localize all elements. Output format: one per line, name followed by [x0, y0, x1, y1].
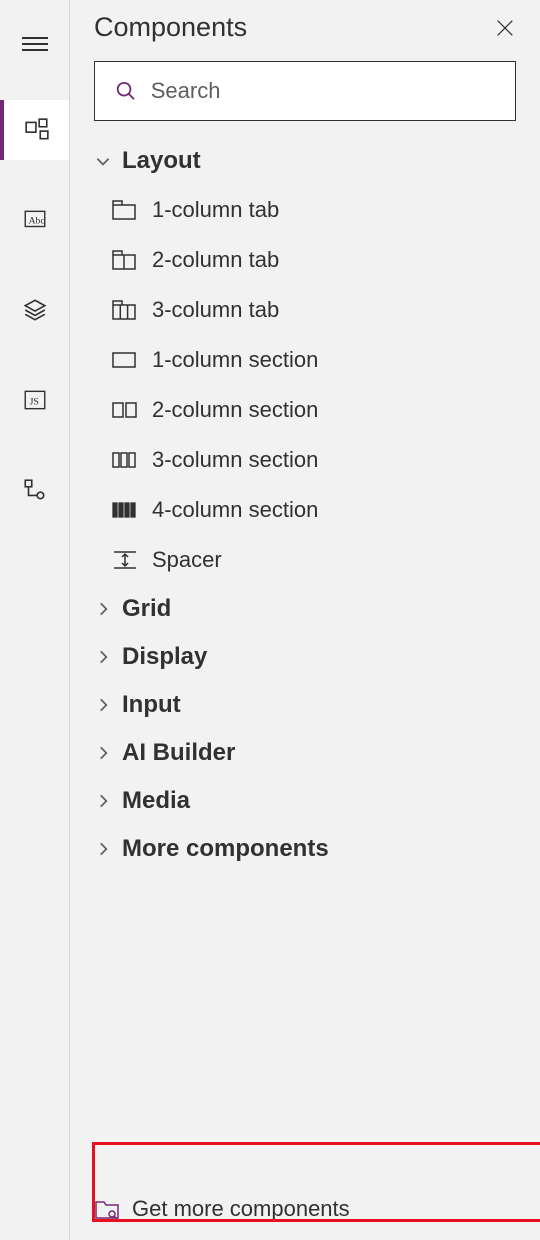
category-label: Media	[122, 787, 190, 815]
spacer-icon	[112, 549, 138, 571]
category-label: More components	[122, 835, 329, 863]
category-more-components[interactable]: More components	[86, 825, 524, 873]
item-label: 2-column section	[152, 397, 318, 423]
item-2-column-tab[interactable]: 2-column tab	[104, 235, 524, 285]
item-2-column-section[interactable]: 2-column section	[104, 385, 524, 435]
nav-js[interactable]: JS	[0, 370, 69, 430]
components-panel: Components Layout 1-column tab	[70, 0, 540, 1240]
chevron-right-icon	[94, 696, 112, 714]
category-label: Input	[122, 691, 181, 719]
category-layout[interactable]: Layout	[86, 137, 524, 185]
chevron-right-icon	[94, 600, 112, 618]
tab-3col-icon	[112, 299, 138, 321]
item-label: 2-column tab	[152, 247, 279, 273]
tab-1col-icon	[112, 199, 138, 221]
footer-label: Get more components	[132, 1196, 350, 1222]
item-3-column-tab[interactable]: 3-column tab	[104, 285, 524, 335]
flow-icon	[22, 477, 48, 503]
search-input[interactable]	[151, 78, 495, 104]
item-label: Spacer	[152, 547, 222, 573]
category-label: Layout	[122, 147, 201, 175]
item-spacer[interactable]: Spacer	[104, 535, 524, 585]
js-icon: JS	[22, 387, 48, 413]
hamburger-menu-button[interactable]	[0, 10, 69, 70]
nav-components[interactable]	[0, 100, 69, 160]
item-3-column-section[interactable]: 3-column section	[104, 435, 524, 485]
layout-items: 1-column tab 2-column tab 3-column tab 1…	[86, 185, 524, 585]
search-icon	[115, 79, 137, 103]
nav-layers[interactable]	[0, 280, 69, 340]
item-4-column-section[interactable]: 4-column section	[104, 485, 524, 535]
category-label: Grid	[122, 595, 171, 623]
left-rail: Abc JS	[0, 0, 70, 1240]
import-folder-icon	[94, 1198, 120, 1220]
components-icon	[24, 117, 50, 143]
close-icon	[494, 17, 516, 39]
abc-icon: Abc	[22, 207, 48, 233]
get-more-components-button[interactable]: Get more components	[94, 1196, 350, 1222]
tab-2col-icon	[112, 249, 138, 271]
category-ai-builder[interactable]: AI Builder	[86, 729, 524, 777]
category-grid[interactable]: Grid	[86, 585, 524, 633]
chevron-right-icon	[94, 792, 112, 810]
close-button[interactable]	[494, 17, 516, 39]
chevron-right-icon	[94, 744, 112, 762]
item-label: 3-column section	[152, 447, 318, 473]
item-1-column-tab[interactable]: 1-column tab	[104, 185, 524, 235]
chevron-down-icon	[94, 152, 112, 170]
category-label: Display	[122, 643, 207, 671]
chevron-right-icon	[94, 648, 112, 666]
section-3col-icon	[112, 449, 138, 471]
chevron-right-icon	[94, 840, 112, 858]
layers-icon	[22, 297, 48, 323]
section-1col-icon	[112, 349, 138, 371]
item-label: 3-column tab	[152, 297, 279, 323]
nav-flow[interactable]	[0, 460, 69, 520]
category-label: AI Builder	[122, 739, 235, 767]
category-input[interactable]: Input	[86, 681, 524, 729]
category-media[interactable]: Media	[86, 777, 524, 825]
category-display[interactable]: Display	[86, 633, 524, 681]
section-2col-icon	[112, 399, 138, 421]
item-label: 4-column section	[152, 497, 318, 523]
search-input-wrap[interactable]	[94, 61, 516, 121]
svg-text:JS: JS	[29, 396, 38, 407]
item-label: 1-column section	[152, 347, 318, 373]
nav-abc[interactable]: Abc	[0, 190, 69, 250]
item-1-column-section[interactable]: 1-column section	[104, 335, 524, 385]
svg-text:Abc: Abc	[28, 215, 45, 226]
item-label: 1-column tab	[152, 197, 279, 223]
section-4col-icon	[112, 499, 138, 521]
panel-title: Components	[94, 12, 247, 43]
category-tree: Layout 1-column tab 2-column tab 3-colum…	[70, 137, 540, 1240]
